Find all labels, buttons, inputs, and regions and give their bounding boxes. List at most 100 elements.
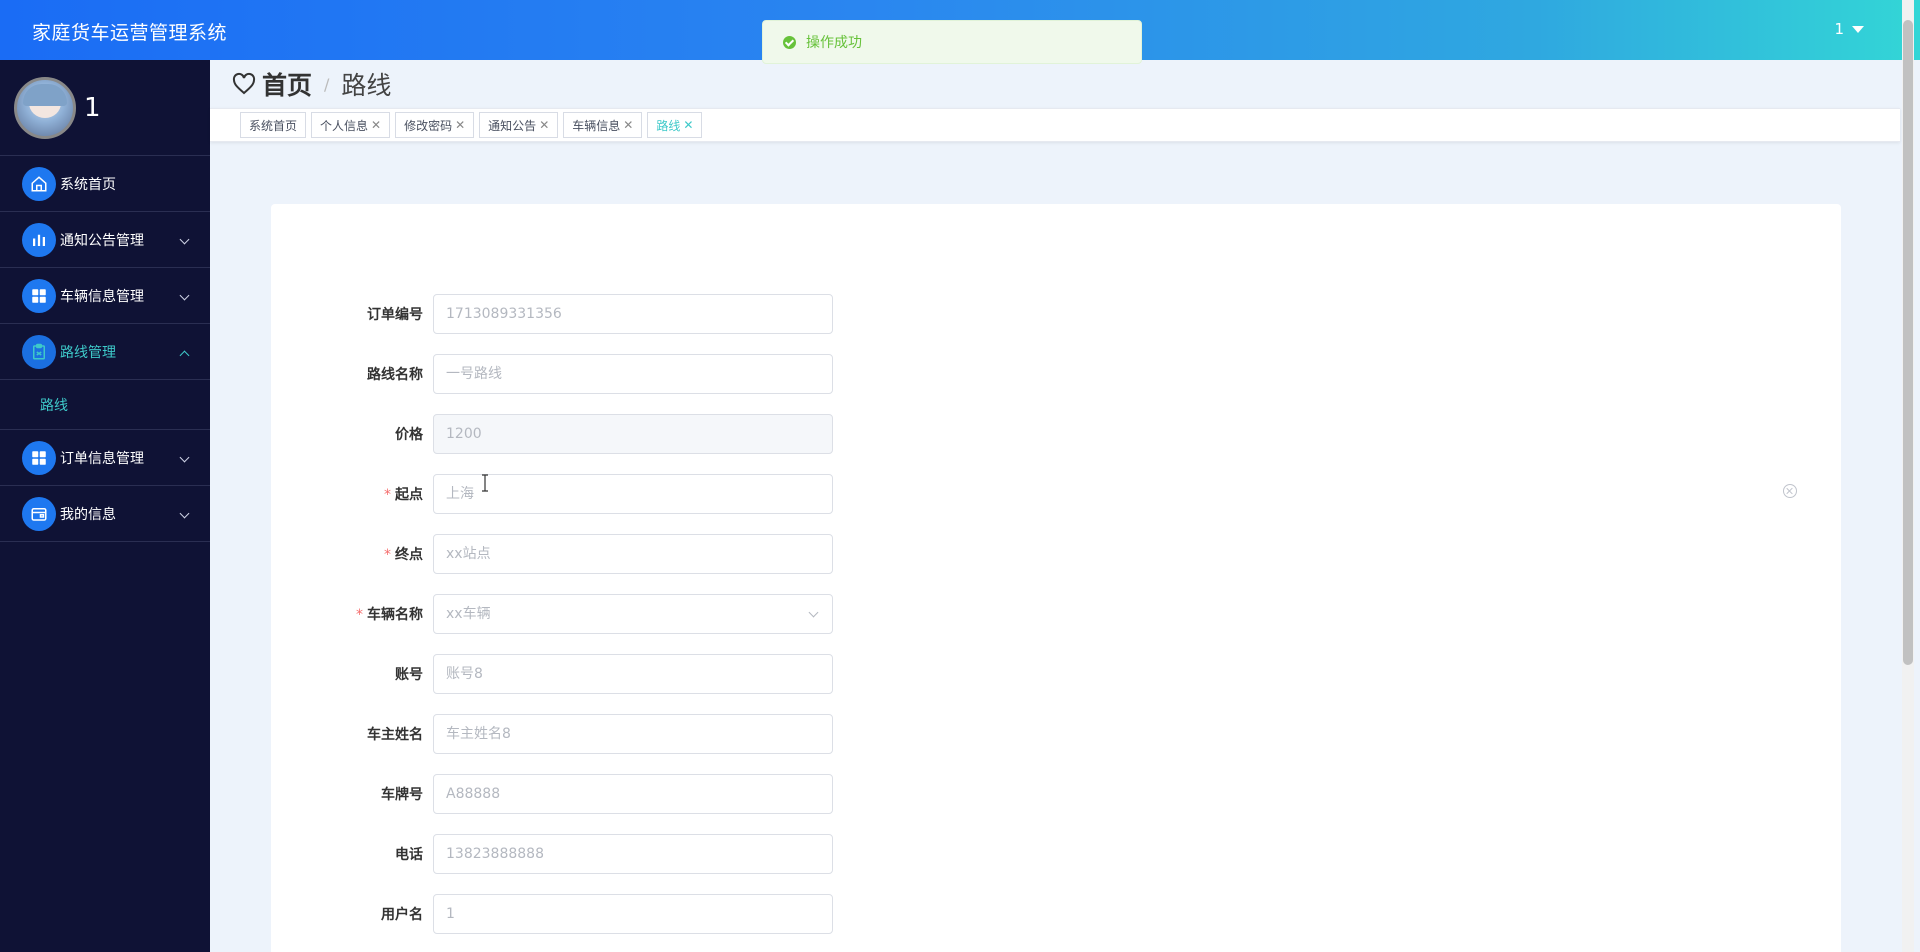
owner-name-input[interactable] — [433, 714, 833, 754]
form-label: 车主姓名 — [367, 727, 423, 743]
end-input[interactable] — [433, 534, 833, 574]
breadcrumb-home[interactable]: 首页 — [262, 66, 312, 102]
grid-icon — [22, 278, 56, 313]
form-row-route-name: 路线名称 — [271, 354, 833, 394]
form-row-username: 用户名 — [271, 894, 833, 934]
sidebar-item-vehicle[interactable]: 车辆信息管理 — [0, 268, 210, 324]
heart-icon — [232, 72, 256, 95]
profile-name: 1 — [84, 92, 101, 123]
app-title: 家庭货车运营管理系统 — [32, 22, 228, 44]
required-mark: * — [384, 547, 391, 563]
form-row-start: * 起点 — [271, 474, 833, 514]
form-row-vehicle: * 车辆名称 — [271, 594, 833, 634]
tag-route[interactable]: 路线 ✕ — [647, 112, 703, 138]
form-row-plate: 车牌号 — [271, 774, 833, 814]
sidebar-item-my-info[interactable]: 我的信息 — [0, 486, 210, 542]
form-label: * 车辆名称 — [271, 604, 433, 624]
sidebar-item-label: 通知公告管理 — [60, 232, 144, 249]
grid-icon — [22, 440, 56, 475]
tag-home[interactable]: 系统首页 — [240, 112, 307, 138]
sidebar-item-home[interactable]: 系统首页 — [0, 156, 210, 212]
text-cursor-icon — [482, 474, 488, 492]
phone-input[interactable] — [433, 834, 833, 874]
form-label: * 终点 — [271, 544, 433, 564]
form-label-text: 终点 — [395, 547, 423, 563]
tag-vehicle[interactable]: 车辆信息 ✕ — [563, 112, 643, 138]
sidebar-item-label: 订单信息管理 — [60, 450, 144, 467]
form-row-account: 账号 — [271, 654, 833, 694]
toast-message: 操作成功 — [806, 35, 862, 51]
success-toast: 操作成功 — [762, 20, 1142, 64]
form-label: 用户名 — [381, 907, 423, 923]
main-content: 首页 / 路线 系统首页 个人信息 ✕ 修改密码 ✕ 通知公告 ✕ 车辆信息 ✕ 路线 ✕… — [210, 60, 1900, 952]
sidebar-item-route[interactable]: 路线管理 — [0, 324, 210, 380]
close-icon[interactable]: ✕ — [455, 118, 465, 132]
form-label-text: 起点 — [395, 487, 423, 503]
user-menu[interactable]: 1 — [1834, 20, 1864, 38]
close-icon[interactable]: ✕ — [623, 118, 633, 132]
tag-label: 个人信息 — [320, 118, 369, 133]
scrollbar-thumb[interactable] — [1903, 20, 1913, 665]
route-form-card: 订单编号 路线名称 价格 *起点 *终点 *车辆名称 账号 — [271, 204, 1841, 952]
close-icon[interactable]: ✕ — [683, 118, 693, 132]
username-input[interactable] — [433, 894, 833, 934]
form-label: 价格 — [395, 427, 423, 443]
tags-view: 系统首页 个人信息 ✕ 修改密码 ✕ 通知公告 ✕ 车辆信息 ✕ 路线 ✕ — [210, 108, 1900, 142]
form-label: 电话 — [395, 847, 423, 863]
sidebar-profile: 1 — [0, 60, 210, 156]
tag-label: 修改密码 — [404, 118, 453, 133]
form-label: * 起点 — [271, 484, 433, 504]
form-label: 订单编号 — [367, 307, 423, 323]
tag-password[interactable]: 修改密码 ✕ — [395, 112, 475, 138]
price-input — [433, 414, 833, 454]
vehicle-select-input[interactable] — [433, 594, 833, 634]
clipboard-icon — [22, 334, 56, 369]
tag-notice[interactable]: 通知公告 ✕ — [479, 112, 559, 138]
breadcrumb-separator: / — [324, 74, 330, 94]
chevron-down-icon — [179, 508, 190, 519]
close-icon[interactable]: ✕ — [539, 118, 549, 132]
start-input[interactable] — [433, 474, 833, 514]
breadcrumb-current: 路线 — [341, 71, 392, 100]
plate-input[interactable] — [433, 774, 833, 814]
form-row-order-no: 订单编号 — [271, 294, 833, 334]
required-mark: * — [356, 607, 363, 623]
sidebar-subitem-route[interactable]: 路线 — [0, 380, 210, 430]
sidebar-item-notice[interactable]: 通知公告管理 — [0, 212, 210, 268]
tag-label: 路线 — [656, 118, 681, 133]
form-label-text: 车辆名称 — [367, 607, 423, 623]
route-name-input[interactable] — [433, 354, 833, 394]
form-row-end: * 终点 — [271, 534, 833, 574]
sidebar-subitem-label: 路线 — [40, 397, 68, 414]
sidebar-item-label: 我的信息 — [60, 506, 116, 523]
tag-label: 系统首页 — [249, 118, 298, 133]
order-no-input[interactable] — [433, 294, 833, 334]
tag-label: 车辆信息 — [572, 118, 621, 133]
form-row-owner-name: 车主姓名 — [271, 714, 833, 754]
form-row-phone: 电话 — [271, 834, 833, 874]
caret-down-icon — [1852, 25, 1864, 33]
tag-profile[interactable]: 个人信息 ✕ — [311, 112, 391, 138]
chevron-down-icon — [179, 452, 190, 463]
form-row-price: 价格 — [271, 414, 833, 454]
chevron-up-icon — [179, 350, 190, 361]
wallet-icon — [22, 496, 56, 531]
chart-icon — [22, 222, 56, 257]
form-label: 账号 — [395, 667, 423, 683]
vehicle-select[interactable] — [433, 594, 833, 634]
chevron-down-icon — [179, 234, 190, 245]
chevron-down-icon — [179, 290, 190, 301]
breadcrumb: 首页 / 路线 — [232, 60, 391, 108]
tag-label: 通知公告 — [488, 118, 537, 133]
avatar[interactable] — [14, 76, 76, 139]
sidebar-item-label: 车辆信息管理 — [60, 288, 144, 305]
sidebar-item-label: 系统首页 — [60, 176, 116, 193]
close-icon[interactable]: ✕ — [371, 118, 381, 132]
account-input[interactable] — [433, 654, 833, 694]
sidebar: 1 系统首页 通知公告管理 车辆信息管理 路线管理 路线 订单信息管理 我的信息 — [0, 60, 210, 952]
sidebar-item-order[interactable]: 订单信息管理 — [0, 430, 210, 486]
clear-circle-icon[interactable] — [1783, 484, 1797, 498]
home-icon — [22, 166, 56, 201]
success-check-icon — [783, 35, 796, 49]
form-label: 车牌号 — [381, 787, 423, 803]
